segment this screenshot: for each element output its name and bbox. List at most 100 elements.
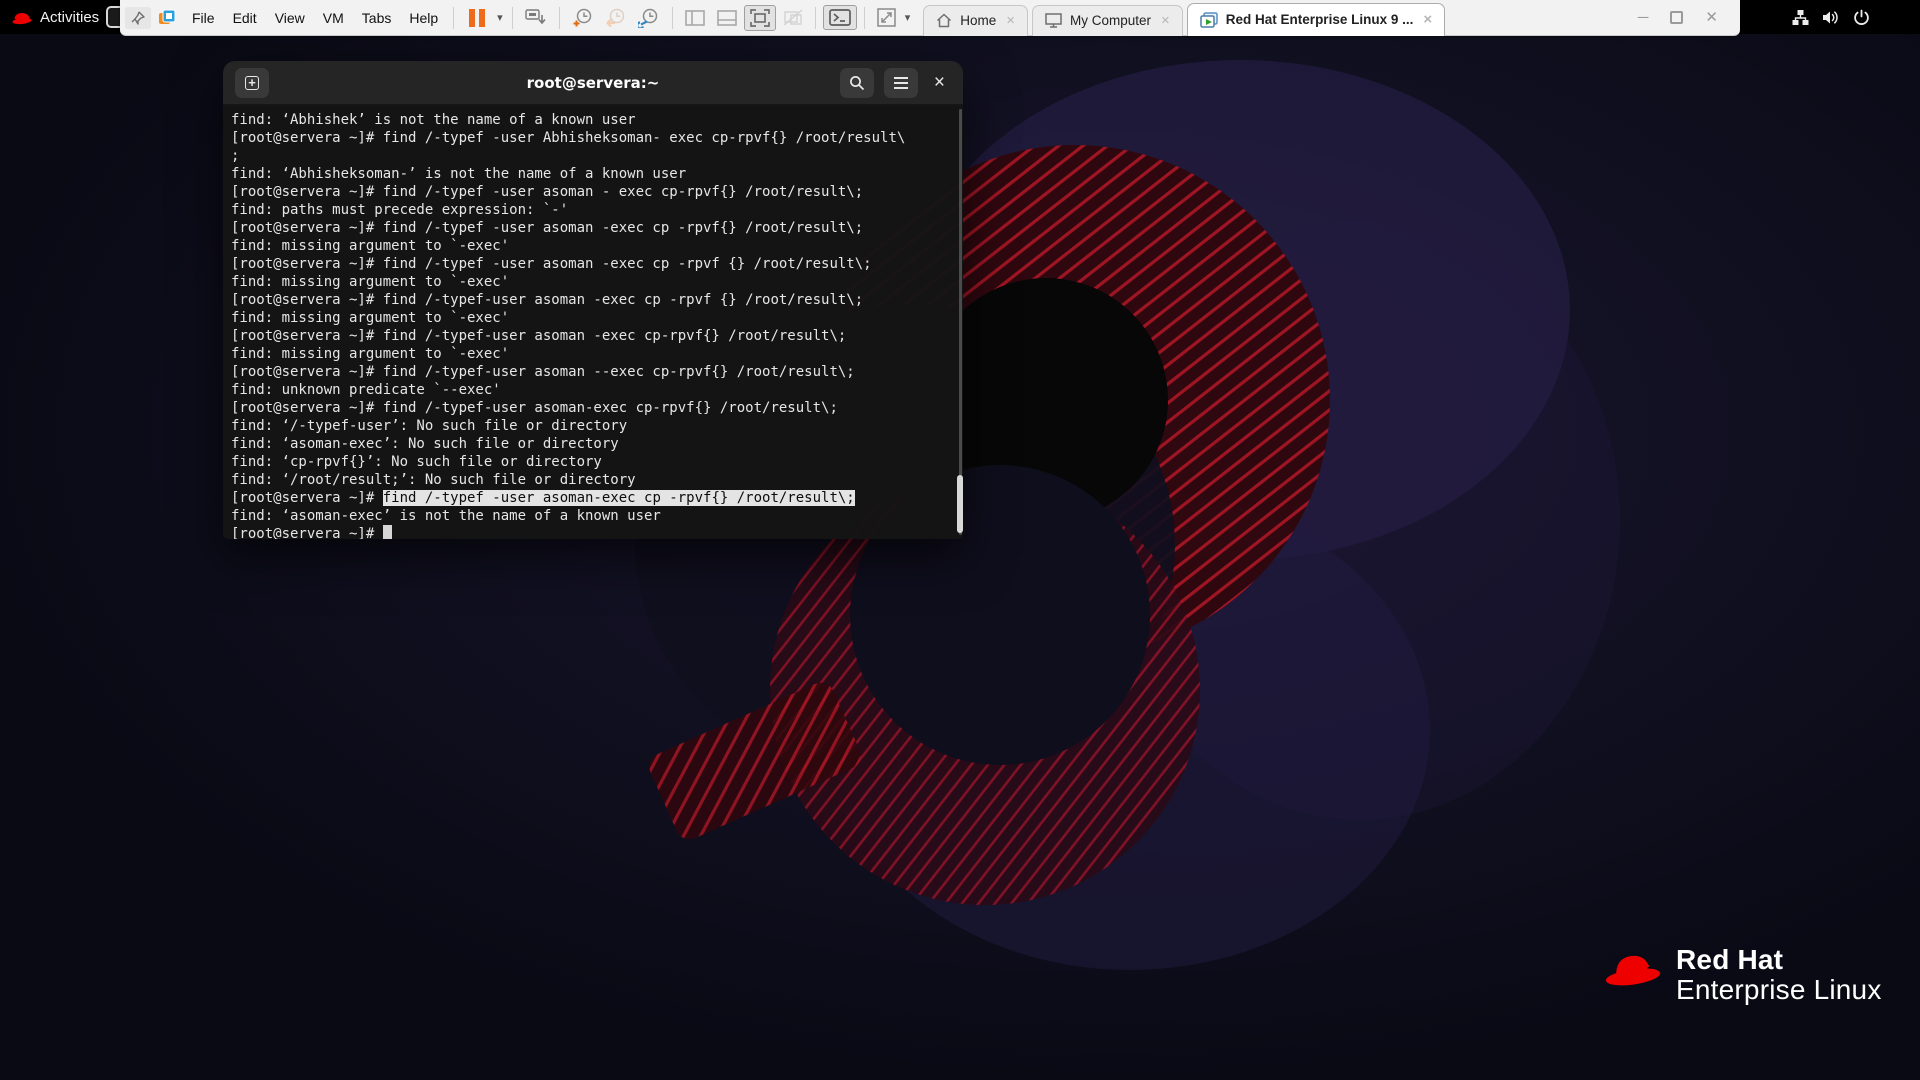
show-library-button[interactable] [680,7,710,29]
redhat-hat-icon [1605,955,1661,986]
chevron-down-icon[interactable]: ▾ [494,11,506,24]
window-close-button[interactable]: ✕ [1705,10,1718,25]
terminal-line: ; [231,148,240,164]
menu-vm[interactable]: VM [314,6,353,30]
terminal-scrollbar-thumb[interactable] [957,475,963,533]
fullscreen-icon [749,8,770,27]
terminal-line: [root@servera ~]# find /-typef -user aso… [231,184,864,200]
toolbar-separator [814,6,816,29]
console-view-button[interactable] [822,5,857,30]
menu-view[interactable]: View [266,6,314,30]
vmware-toolbar: File Edit View VM Tabs Help ▾ ▾ Home × M… [120,0,1740,36]
redhat-fedora-icon [12,12,32,24]
terminal-line: [root@servera ~]# [231,525,963,539]
selected-command-text: find /-typef -user asoman-exec cp -rpvf{… [382,490,855,506]
vm-running-icon [1200,11,1218,28]
restore-button[interactable] [1670,11,1684,24]
new-tab-icon: + [245,75,259,90]
tab-home[interactable]: Home × [923,4,1028,36]
minimize-button[interactable]: ─ [1638,10,1649,25]
menu-tabs[interactable]: Tabs [353,6,401,30]
toolbar-separator [511,6,513,29]
redhat-branding: Red Hat Enterprise Linux [1604,945,1882,1004]
bottom-panel-icon [716,9,737,26]
chevron-down-icon[interactable]: ▾ [902,11,914,24]
toolbar-separator [558,6,560,29]
manage-snapshots-button[interactable] [633,5,665,31]
terminal-search-button[interactable] [839,67,874,98]
terminal-output[interactable]: find: ‘Abhishek’ is not the name of a kn… [223,105,963,539]
terminal-line: find: unknown predicate `--exec' [231,382,501,398]
terminal-line: find: ‘Abhishek’ is not the name of a kn… [231,112,636,128]
tab-close-icon[interactable]: × [1004,12,1017,29]
menu-edit[interactable]: Edit [224,6,266,30]
terminal-titlebar[interactable]: root@servera:~ + × [223,61,963,105]
hamburger-icon [893,76,908,89]
terminal-line: find: ‘/-typef-user’: No such file or di… [231,418,628,434]
terminal-line: find: ‘Abhisheksoman-’ is not the name o… [231,166,687,182]
show-thumbnail-bar-button[interactable] [712,7,742,29]
terminal-line: [root@servera ~]# find /-typef -user aso… [231,256,872,272]
ctrl-alt-del-icon [524,8,546,24]
unity-mode-button[interactable] [778,6,808,29]
network-icon [1792,9,1809,25]
fullscreen-button[interactable] [743,4,776,31]
terminal-scrollbar-track [959,109,962,535]
left-panel-icon [684,9,705,26]
tab-label: My Computer [1070,13,1152,28]
terminal-line: find: ‘asoman-exec’ is not the name of a… [231,508,661,524]
terminal-line: find: ‘asoman-exec’: No such file or dir… [231,436,619,452]
fit-guest-button[interactable] [872,5,901,30]
tab-my-computer[interactable]: My Computer × [1032,4,1183,36]
suspend-vm-button[interactable] [461,4,493,32]
toolbar-separator [671,6,673,29]
tab-close-icon[interactable]: × [1421,11,1434,28]
vmware-logo-icon [153,5,182,30]
terminal-line: find: missing argument to `-exec' [231,310,510,326]
brand-name: Red Hat [1676,944,1784,975]
tab-close-icon[interactable]: × [1159,12,1172,29]
terminal-window[interactable]: root@servera:~ + × find: ‘Abhishek’ is n… [223,61,963,539]
power-icon [1854,9,1869,25]
vm-tab-strip: Home × My Computer × Red Hat Enterprise … [923,0,1449,36]
tab-label: Red Hat Enterprise Linux 9 ... [1225,12,1414,27]
activities-button[interactable]: Activities [12,0,99,34]
snapshot-manage-icon [637,8,657,28]
volume-icon [1823,10,1838,24]
desktop: Activities File Edit View VM Tabs Help ▾… [0,0,1920,1080]
terminal-line: find: paths must precede expression: `-' [231,202,569,218]
resize-expand-icon [876,8,896,27]
toolbar-pin-button[interactable] [125,6,151,29]
terminal-line: find: ‘/root/result;’: No such file or d… [231,472,636,488]
search-icon [849,75,864,90]
tab-rhel9-vm[interactable]: Red Hat Enterprise Linux 9 ... × [1186,2,1446,36]
menu-help[interactable]: Help [400,6,447,30]
activities-label: Activities [40,8,100,26]
terminal-line: [root@servera ~]# find /-typef-user asom… [231,328,847,344]
revert-snapshot-button[interactable] [600,5,631,31]
take-snapshot-button[interactable] [567,5,598,31]
terminal-line: find: missing argument to `-exec' [231,346,510,362]
new-tab-button[interactable]: + [235,67,269,98]
unity-mode-icon [783,9,803,26]
brand-product: Enterprise Linux [1676,973,1882,1005]
terminal-line: find: missing argument to `-exec' [231,238,510,254]
monitor-icon [1045,13,1062,28]
system-tray[interactable] [1792,0,1870,34]
menu-file[interactable]: File [183,6,224,30]
console-icon [828,9,851,26]
snapshot-revert-icon [605,8,624,27]
tab-label: Home [960,13,997,28]
terminal-close-button[interactable]: × [928,72,951,94]
terminal-line: [root@servera ~]# find /-typef -user aso… [231,220,864,236]
home-icon [937,13,952,28]
terminal-line: find: missing argument to `-exec' [231,274,510,290]
window-controls: ─ ✕ [1638,10,1732,25]
toolbar-separator [453,6,455,29]
terminal-line: [root@servera ~]# find /-typef -user aso… [231,490,855,506]
terminal-cursor [382,525,392,539]
snapshot-add-icon [573,8,591,26]
terminal-line: [root@servera ~]# find /-typef-user asom… [231,364,855,380]
terminal-menu-button[interactable] [883,67,918,98]
send-ctrl-alt-del-button[interactable] [520,6,552,30]
